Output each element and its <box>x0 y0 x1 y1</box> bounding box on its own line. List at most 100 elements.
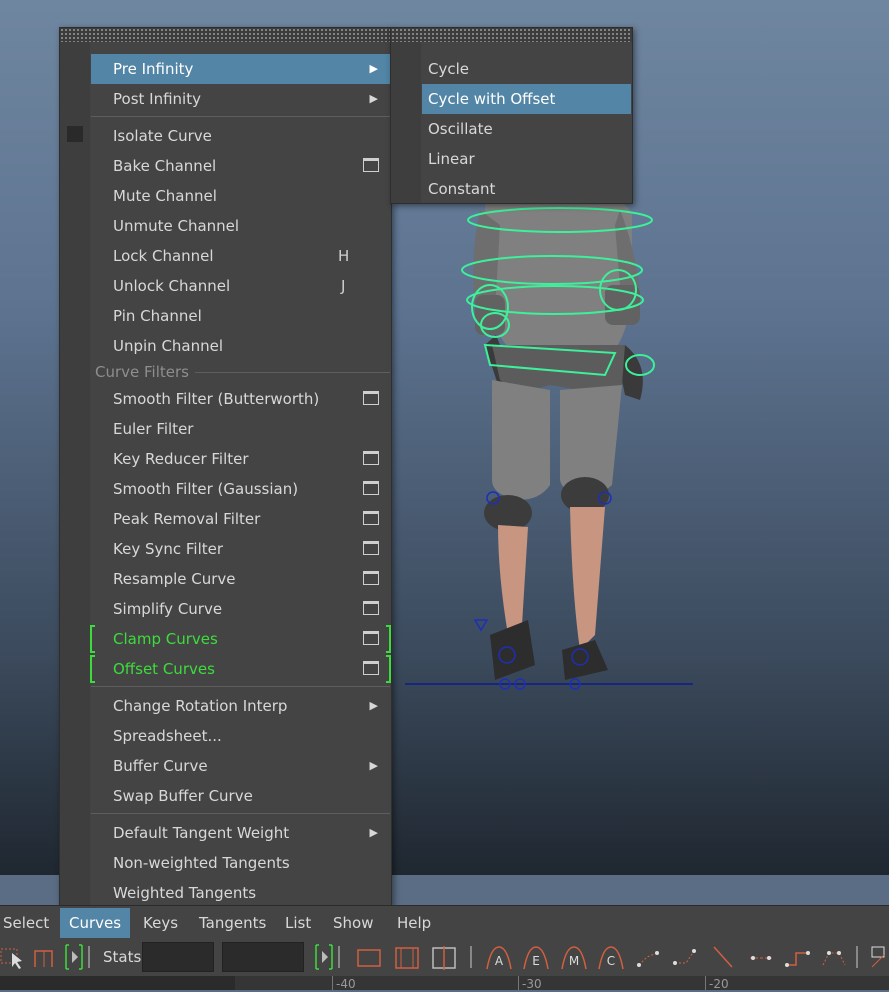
option-box-icon[interactable] <box>363 541 379 555</box>
menu-item-label: Clamp Curves <box>113 630 218 648</box>
menu-item-default-tangent-weight[interactable]: Default Tangent Weight ▶ <box>91 818 390 848</box>
linear-tangent-icon[interactable]: C <box>597 943 625 971</box>
menu-item-euler-filter[interactable]: Euler Filter <box>91 414 390 444</box>
clamped-tangent-icon[interactable]: M <box>560 943 588 971</box>
menu-item-resample-curve[interactable]: Resample Curve <box>91 564 390 594</box>
linear-key-icon[interactable] <box>710 943 738 971</box>
option-box-icon[interactable] <box>363 391 379 405</box>
option-box-icon[interactable] <box>363 481 379 495</box>
menu-item-label: Simplify Curve <box>113 600 223 618</box>
bracket-right-icon <box>386 625 391 653</box>
menu-item-label: Key Reducer Filter <box>113 450 249 468</box>
step-tangent-icon[interactable] <box>672 943 700 971</box>
submenu-item-cycle-with-offset[interactable]: Cycle with Offset <box>422 84 631 114</box>
toolbar-divider <box>338 946 344 968</box>
menu-item-spreadsheet[interactable]: Spreadsheet... <box>91 721 390 751</box>
flat-tangent-icon[interactable] <box>635 943 663 971</box>
menu-item-label: Non-weighted Tangents <box>113 854 290 872</box>
select-tool-icon[interactable] <box>0 943 28 971</box>
buffer-curve-icon[interactable] <box>868 943 889 971</box>
stepped-key-icon[interactable] <box>784 943 812 971</box>
svg-text:E: E <box>532 954 540 968</box>
option-box-icon[interactable] <box>363 631 379 645</box>
menu-item-label: Pre Infinity <box>113 60 194 78</box>
menu-item-label: Unlock Channel <box>113 277 231 295</box>
option-box-icon[interactable] <box>363 451 379 465</box>
menu-item-post-infinity[interactable]: Post Infinity ▶ <box>91 84 390 114</box>
option-box-icon[interactable] <box>363 511 379 525</box>
menu-item-peak-removal-filter[interactable]: Peak Removal Filter <box>91 504 390 534</box>
auto-tangent-icon[interactable]: A <box>485 943 513 971</box>
menu-item-isolate-curve[interactable]: Isolate Curve <box>91 121 390 151</box>
submenu-arrow-icon: ▶ <box>369 92 378 105</box>
menu-item-change-rotation-interp[interactable]: Change Rotation Interp ▶ <box>91 691 390 721</box>
svg-text:M: M <box>569 954 579 968</box>
menubar-tangents[interactable]: Tangents <box>190 908 275 938</box>
menubar-select[interactable]: Select <box>0 908 58 938</box>
menu-item-non-weighted-tangents[interactable]: Non-weighted Tangents <box>91 848 390 878</box>
submenu-arrow-icon: ▶ <box>369 62 378 75</box>
move-keys-icon[interactable] <box>32 943 60 971</box>
option-box-icon[interactable] <box>363 661 379 675</box>
menu-item-bake-channel[interactable]: Bake Channel <box>91 151 390 181</box>
frame-all-icon[interactable] <box>355 943 383 971</box>
menu-item-simplify-curve[interactable]: Simplify Curve <box>91 594 390 624</box>
menubar-keys[interactable]: Keys <box>134 908 187 938</box>
submenu-item-cycle[interactable]: Cycle <box>422 54 631 84</box>
submenu-tearoff-handle[interactable] <box>391 28 632 42</box>
flat-key-icon[interactable] <box>747 943 775 971</box>
stats-time-field[interactable] <box>222 942 304 972</box>
menu-item-mute-channel[interactable]: Mute Channel <box>91 181 390 211</box>
menubar-curves[interactable]: Curves <box>60 908 131 938</box>
menu-item-pin-channel[interactable]: Pin Channel <box>91 301 390 331</box>
menu-item-label: Post Infinity <box>113 90 201 108</box>
menu-item-pre-infinity[interactable]: Pre Infinity ▶ <box>91 54 390 84</box>
menu-item-smooth-filter-gaussian[interactable]: Smooth Filter (Gaussian) <box>91 474 390 504</box>
menu-item-label: Spreadsheet... <box>113 727 222 745</box>
menubar-list[interactable]: List <box>276 908 320 938</box>
stats-value-field[interactable] <box>142 942 214 972</box>
option-box-icon[interactable] <box>363 158 379 172</box>
menu-item-label: Default Tangent Weight <box>113 824 290 842</box>
menu-separator <box>91 813 390 814</box>
ruler-tick: -40 <box>332 976 356 991</box>
plateau-key-icon[interactable] <box>820 943 848 971</box>
menu-item-clamp-curves[interactable]: Clamp Curves <box>90 624 391 654</box>
menu-item-label: Offset Curves <box>113 660 215 678</box>
option-box-icon[interactable] <box>363 571 379 585</box>
play-bracket-icon[interactable] <box>62 943 90 971</box>
menu-item-unmute-channel[interactable]: Unmute Channel <box>91 211 390 241</box>
center-current-time-icon[interactable] <box>430 943 458 971</box>
menubar-show[interactable]: Show <box>324 908 382 938</box>
pre-infinity-submenu: Cycle Cycle with Offset Oscillate Linear… <box>390 27 633 204</box>
frame-playback-icon[interactable] <box>393 943 421 971</box>
character-rig <box>405 196 693 690</box>
menu-separator <box>91 686 390 687</box>
menu-item-unlock-channel[interactable]: Unlock Channel J <box>91 271 390 301</box>
spline-tangent-icon[interactable]: E <box>522 943 550 971</box>
svg-text:C: C <box>607 954 615 968</box>
submenu-item-linear[interactable]: Linear <box>422 144 631 174</box>
submenu-item-oscillate[interactable]: Oscillate <box>422 114 631 144</box>
menu-item-smooth-filter-butterworth[interactable]: Smooth Filter (Butterworth) <box>91 384 390 414</box>
menu-item-unpin-channel[interactable]: Unpin Channel <box>91 331 390 361</box>
menu-tearoff-handle[interactable] <box>60 28 391 42</box>
menu-item-swap-buffer-curve[interactable]: Swap Buffer Curve <box>91 781 390 811</box>
svg-text:A: A <box>495 954 504 968</box>
play-bracket-icon-2[interactable] <box>312 943 340 971</box>
menubar-help[interactable]: Help <box>388 908 440 938</box>
time-ruler[interactable]: -40 -30 -20 <box>0 976 889 991</box>
toolbar-divider <box>470 946 476 968</box>
submenu-item-constant[interactable]: Constant <box>422 174 631 204</box>
menu-item-label: Weighted Tangents <box>113 884 257 902</box>
menu-item-key-reducer-filter[interactable]: Key Reducer Filter <box>91 444 390 474</box>
menu-item-label: Smooth Filter (Butterworth) <box>113 390 320 408</box>
menu-item-buffer-curve[interactable]: Buffer Curve ▶ <box>91 751 390 781</box>
menu-item-weighted-tangents[interactable]: Weighted Tangents <box>91 878 390 908</box>
menu-item-key-sync-filter[interactable]: Key Sync Filter <box>91 534 390 564</box>
menu-item-offset-curves[interactable]: Offset Curves <box>90 654 391 684</box>
menu-item-label: Mute Channel <box>113 187 217 205</box>
option-box-icon[interactable] <box>363 601 379 615</box>
menu-separator <box>91 116 390 117</box>
menu-item-lock-channel[interactable]: Lock Channel H <box>91 241 390 271</box>
